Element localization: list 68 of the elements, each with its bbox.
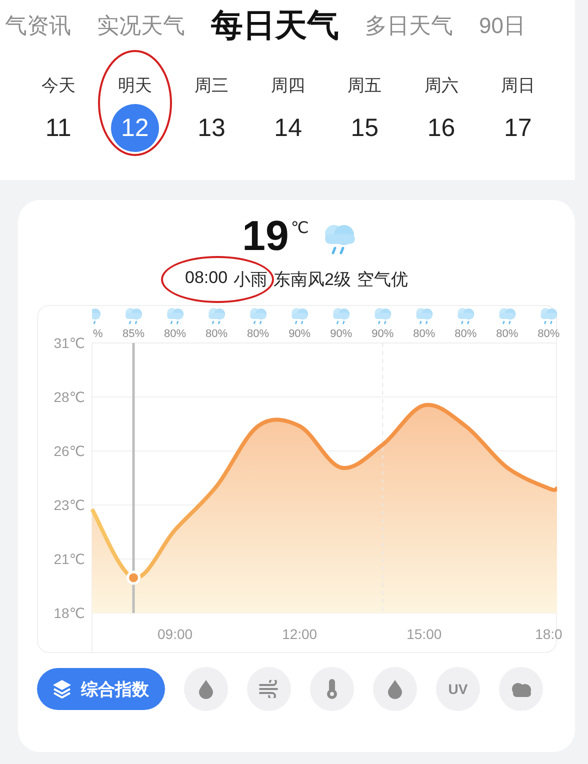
- drop-icon: [386, 679, 404, 699]
- axis-label: 23℃: [54, 497, 85, 513]
- index-button[interactable]: [373, 667, 417, 711]
- weekday-label: 周五: [348, 75, 382, 97]
- rain-probability: 80%: [413, 328, 436, 340]
- rain-probability: 80%: [538, 328, 560, 340]
- temperature-unit: ℃: [290, 219, 309, 238]
- weekday-label: 周六: [424, 75, 458, 97]
- rain-cloud-icon: [167, 308, 184, 324]
- axis-label: 12:00: [282, 626, 318, 642]
- date-button[interactable]: 16: [417, 104, 466, 152]
- index-button[interactable]: [499, 667, 543, 711]
- rain-cloud-icon: [540, 308, 557, 324]
- rain-cloud-icon: [333, 308, 350, 324]
- rain-probability: 80%: [247, 328, 270, 340]
- composite-index-button[interactable]: 综合指数: [37, 668, 165, 710]
- cloud-icon: [509, 680, 533, 698]
- weekday-label: 明天: [118, 75, 152, 97]
- rain-probability: 80%: [496, 328, 518, 340]
- axis-label: 18:0: [535, 626, 562, 642]
- tab[interactable]: 每日天气: [211, 4, 339, 48]
- index-button[interactable]: [310, 667, 354, 711]
- index-button[interactable]: [247, 667, 291, 711]
- air-quality-text: 空气优: [357, 269, 408, 291]
- date-button[interactable]: 15: [340, 104, 389, 152]
- rain-cloud-icon: [92, 308, 100, 324]
- weekday-label: 周三: [194, 75, 228, 97]
- date-button[interactable]: 11: [34, 104, 82, 152]
- rain-cloud-icon: [458, 308, 474, 324]
- forecast-time: 08:00: [184, 268, 228, 289]
- temperature: 19: [242, 212, 289, 260]
- axis-label: 15:00: [406, 626, 442, 642]
- rain-probability: %: [93, 328, 103, 340]
- condition-text: 小雨: [234, 269, 268, 291]
- rain-probability: 80%: [206, 328, 228, 340]
- layers-icon: [51, 678, 73, 700]
- weekday-label: 周四: [271, 75, 306, 97]
- axis-label: 31℃: [54, 335, 85, 351]
- rain-cloud-icon: [374, 308, 392, 324]
- date-button[interactable]: 17: [494, 104, 542, 152]
- rain-probability: 90%: [372, 328, 394, 340]
- rain-probability: 90%: [288, 328, 311, 340]
- time-cursor[interactable]: [126, 343, 141, 613]
- rain-probability: 85%: [122, 328, 145, 340]
- weekday-label: 今天: [41, 75, 76, 97]
- axis-label: 28℃: [54, 389, 85, 405]
- wind-icon: [258, 680, 280, 698]
- date-button[interactable]: 12: [110, 104, 159, 152]
- rain-cloud-icon: [126, 308, 142, 324]
- axis-label: 21℃: [54, 551, 85, 567]
- index-button[interactable]: [184, 667, 228, 711]
- rain-cloud-icon: [208, 308, 226, 324]
- drop-icon: [197, 679, 215, 699]
- rain-cloud-icon: [292, 308, 308, 324]
- rain-cloud-icon: [416, 308, 433, 324]
- axis-label: 26℃: [54, 443, 85, 459]
- axis-label: 09:00: [158, 626, 193, 642]
- wind-text: 东南风2级: [274, 269, 351, 291]
- date-button[interactable]: 13: [187, 104, 236, 152]
- axis-label: 18℃: [54, 605, 85, 621]
- rain-cloud-icon: [499, 308, 516, 324]
- rain-probability: 80%: [454, 328, 477, 340]
- rain-probability: 90%: [330, 328, 352, 340]
- thermometer-icon: [325, 678, 339, 700]
- weekday-label: 周日: [500, 75, 535, 97]
- rain-cloud-icon: [250, 308, 267, 324]
- date-button[interactable]: 14: [264, 104, 312, 152]
- rain-probability: 80%: [164, 328, 186, 340]
